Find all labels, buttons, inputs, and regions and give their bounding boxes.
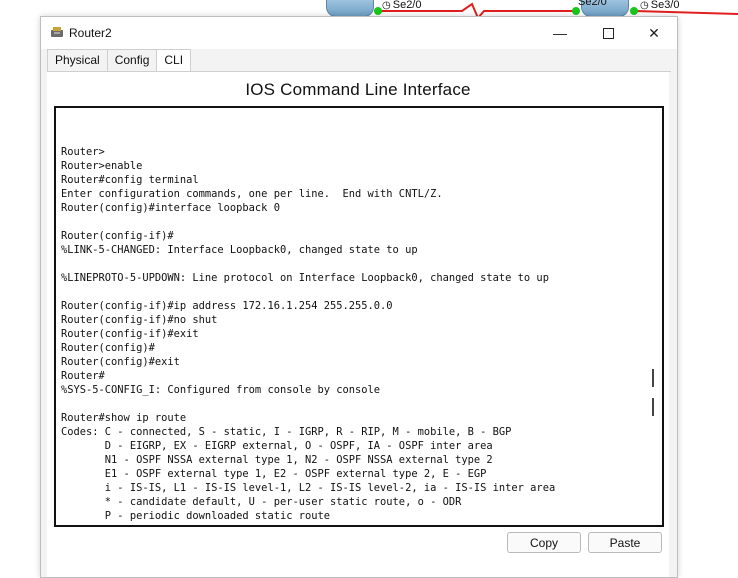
cli-terminal[interactable]: Router> Router>enable Router#config termin… — [54, 106, 664, 527]
paste-button[interactable]: Paste — [588, 532, 662, 553]
terminal-line: Router(config)#interface loopback 0 — [61, 202, 280, 214]
terminal-line: * - candidate default, U - per-user stat… — [61, 496, 462, 508]
terminal-output: Router> Router>enable Router#config termin… — [61, 131, 555, 523]
terminal-line: N1 - OSPF NSSA external type 1, N2 - OSP… — [61, 454, 493, 466]
tab-physical[interactable]: Physical — [47, 49, 108, 71]
port-label: ◷ Se2/0 — [382, 0, 421, 11]
terminal-line: %LINK-5-CHANGED: Interface Loopback0, ch… — [61, 244, 418, 256]
terminal-line: %SYS-5-CONFIG_I: Configured from console… — [61, 384, 381, 396]
terminal-line: D - EIGRP, EX - EIGRP external, O - OSPF… — [61, 440, 493, 452]
close-icon: ✕ — [648, 24, 660, 41]
port-status-icon — [630, 7, 638, 15]
port-label: ◷ Se3/0 — [640, 0, 679, 11]
clock-icon: ◷ — [640, 0, 649, 11]
clock-icon: ◷ — [382, 0, 391, 11]
title-bar[interactable]: Router2 — ✕ — [41, 17, 677, 49]
terminal-line: Router(config-if)# — [61, 230, 174, 242]
port-label-text: Se2/0 — [392, 0, 422, 11]
maximize-icon — [602, 27, 614, 39]
tab-cli[interactable]: CLI — [156, 49, 192, 72]
terminal-line: Router(config)# — [61, 342, 155, 354]
cli-panel: IOS Command Line Interface Router> Router… — [47, 72, 669, 577]
terminal-line: Router(config-if)#ip address 172.16.1.25… — [61, 300, 393, 312]
terminal-line: i - IS-IS, L1 - IS-IS level-1, L2 - IS-I… — [61, 482, 556, 494]
port-status-icon — [572, 7, 580, 15]
copy-button[interactable]: Copy — [507, 532, 581, 553]
tab-bar: Physical Config CLI — [47, 49, 192, 72]
terminal-line: E1 - OSPF external type 1, E2 - OSPF ext… — [61, 468, 487, 480]
tab-config[interactable]: Config — [106, 49, 158, 71]
terminal-line: Router(config-if)#exit — [61, 328, 199, 340]
terminal-line: Router# — [61, 370, 105, 382]
maximize-button[interactable] — [585, 17, 631, 49]
terminal-line: Enter configuration commands, one per li… — [61, 188, 443, 200]
terminal-line: Router#config terminal — [61, 174, 199, 186]
router-device-icon — [51, 27, 63, 37]
port-label-text: Se3/0 — [650, 0, 680, 11]
window-title: Router2 — [69, 26, 112, 40]
terminal-line: Codes: C - connected, S - static, I - IG… — [61, 426, 512, 438]
port-status-icon — [374, 7, 382, 15]
port-label-text: Se2/0 — [578, 0, 607, 8]
terminal-line: P - periodic downloaded static route — [61, 510, 330, 522]
terminal-line: Router(config-if)#no shut — [61, 314, 218, 326]
close-button[interactable]: ✕ — [631, 17, 677, 49]
terminal-line: Router(config)#exit — [61, 356, 180, 368]
terminal-line: Router>enable — [61, 160, 143, 172]
scrollbar-marker[interactable] — [652, 369, 654, 387]
terminal-line: Router#show ip route — [61, 412, 187, 424]
cli-heading: IOS Command Line Interface — [245, 80, 471, 99]
terminal-line: %LINEPROTO-5-UPDOWN: Line protocol on In… — [61, 272, 549, 284]
terminal-line: Router> — [61, 146, 105, 158]
scrollbar-marker[interactable] — [652, 398, 654, 416]
minimize-icon: — — [553, 25, 567, 41]
port-label: Se2/0 — [578, 0, 607, 8]
router-window: Router2 — ✕ Physical Config CLI IOS Comm… — [40, 16, 678, 578]
router-device-icon[interactable] — [326, 0, 374, 17]
minimize-button[interactable]: — — [537, 17, 583, 49]
